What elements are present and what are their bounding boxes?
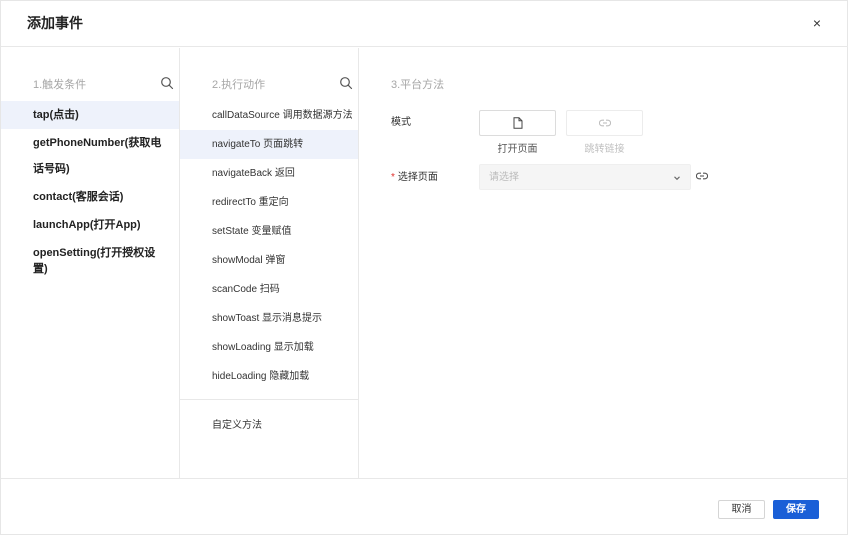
- mode-jump-link-button: [566, 110, 643, 136]
- action-item-showmodal[interactable]: showModal 弹窗: [180, 246, 358, 275]
- action-column-title: 2.执行动作: [212, 79, 266, 91]
- platform-column-title: 3.平台方法: [391, 79, 445, 91]
- page-select[interactable]: 请选择: [479, 164, 691, 190]
- link-icon[interactable]: [696, 170, 708, 182]
- action-divider: [180, 399, 358, 400]
- cancel-button[interactable]: 取消: [718, 500, 765, 519]
- save-button[interactable]: 保存: [773, 500, 819, 519]
- action-item-showtoast[interactable]: showToast 显示消息提示: [180, 304, 358, 333]
- dialog-header: 添加事件 ×: [1, 1, 848, 47]
- trigger-column-title: 1.触发条件: [33, 79, 87, 91]
- trigger-item-contact[interactable]: contact(客服会话): [1, 183, 179, 211]
- trigger-item-opensetting[interactable]: openSetting(打开授权设置): [1, 239, 179, 283]
- select-page-label: * 选择页面: [391, 171, 438, 185]
- action-column: 2.执行动作 callDataSource 调用数据源方法 navigateTo…: [180, 48, 359, 478]
- mode-jump-link-label: 跳转链接: [584, 144, 625, 155]
- mode-open-page-button[interactable]: [479, 110, 556, 136]
- trigger-item-tap[interactable]: tap(点击): [1, 101, 179, 129]
- select-page-label-text: 选择页面: [397, 172, 438, 183]
- action-item-setstate[interactable]: setState 变量赋值: [180, 217, 358, 246]
- platform-column: 3.平台方法 模式 打开页面 跳转链接 * 选择页面 请选择: [359, 48, 847, 478]
- file-icon: [513, 117, 522, 129]
- action-item-navigateto[interactable]: navigateTo 页面跳转: [180, 130, 358, 159]
- action-item-showloading[interactable]: showLoading 显示加载: [180, 333, 358, 362]
- trigger-list: tap(点击) getPhoneNumber(获取电话号码) contact(客…: [1, 101, 179, 283]
- dialog-title: 添加事件: [27, 15, 83, 31]
- link-icon: [598, 119, 611, 127]
- custom-method-item[interactable]: 自定义方法: [212, 419, 262, 433]
- action-item-scancode[interactable]: scanCode 扫码: [180, 275, 358, 304]
- required-mark: *: [391, 172, 395, 183]
- search-icon[interactable]: [339, 76, 353, 90]
- action-item-navigateback[interactable]: navigateBack 返回: [180, 159, 358, 188]
- action-item-calldatasource[interactable]: callDataSource 调用数据源方法: [180, 101, 358, 130]
- close-icon[interactable]: ×: [809, 15, 825, 31]
- mode-open-page-label: 打开页面: [497, 144, 538, 155]
- action-list: callDataSource 调用数据源方法 navigateTo 页面跳转 n…: [180, 101, 358, 391]
- mode-label: 模式: [391, 117, 411, 128]
- action-item-hideloading[interactable]: hideLoading 隐藏加载: [180, 362, 358, 391]
- trigger-column: 1.触发条件 tap(点击) getPhoneNumber(获取电话号码) co…: [1, 48, 180, 478]
- action-item-redirectto[interactable]: redirectTo 重定向: [180, 188, 358, 217]
- chevron-down-icon: [674, 176, 680, 181]
- trigger-item-getphonenumber[interactable]: getPhoneNumber(获取电话号码): [1, 129, 179, 183]
- add-event-dialog: 添加事件 × 1.触发条件 tap(点击) getPhoneNumber(获取电…: [0, 0, 848, 535]
- search-icon[interactable]: [160, 76, 174, 90]
- dialog-footer: 取消 保存: [1, 478, 848, 535]
- trigger-item-launchapp[interactable]: launchApp(打开App): [1, 211, 179, 239]
- page-select-placeholder: 请选择: [489, 172, 519, 183]
